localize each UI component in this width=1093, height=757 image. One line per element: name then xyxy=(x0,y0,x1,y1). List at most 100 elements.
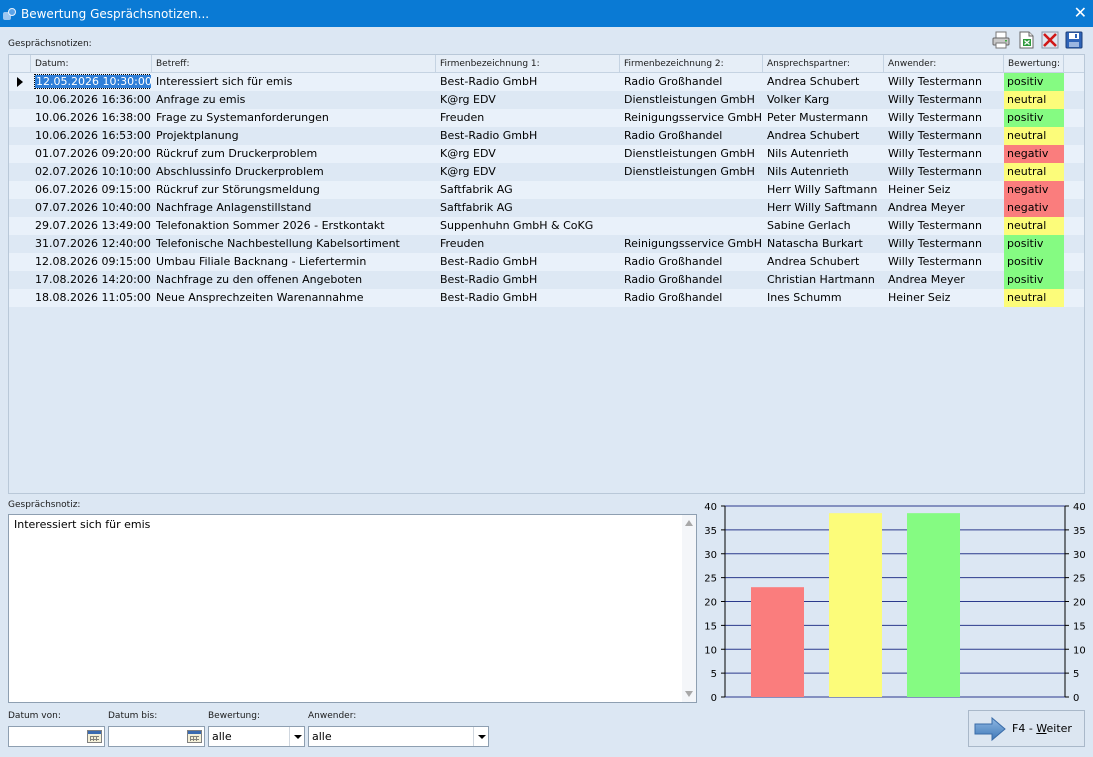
row-header[interactable] xyxy=(9,271,31,289)
cell-datum[interactable]: 10.06.2026 16:38:00 xyxy=(31,109,152,127)
row-header[interactable] xyxy=(9,199,31,217)
cell-firma1[interactable]: Best-Radio GmbH xyxy=(436,127,620,145)
column-header-betreff[interactable]: Betreff: xyxy=(152,55,436,72)
cell-firma2[interactable] xyxy=(620,199,763,217)
cell-firma1[interactable]: K@rg EDV xyxy=(436,163,620,181)
cell-firma1[interactable]: Suppenhuhn GmbH & CoKG xyxy=(436,217,620,235)
column-header-datum[interactable]: Datum: xyxy=(31,55,152,72)
cell-ansprech[interactable]: Christian Hartmann xyxy=(763,271,884,289)
table-row[interactable]: 31.07.2026 12:40:00 Telefonische Nachbest… xyxy=(9,235,1084,253)
cell-firma2[interactable]: Dienstleistungen GmbH xyxy=(620,163,763,181)
cell-datum[interactable]: 18.08.2026 11:05:00 xyxy=(31,289,152,307)
note-textarea[interactable]: Interessiert sich für emis xyxy=(8,514,697,703)
cell-firma1[interactable]: Freuden xyxy=(436,235,620,253)
save-icon[interactable] xyxy=(1064,30,1084,50)
column-header-ansprechpartner[interactable]: Ansprechspartner: xyxy=(763,55,884,72)
table-row[interactable]: 12.08.2026 09:15:00 Umbau Filiale Backnan… xyxy=(9,253,1084,271)
cell-anwender[interactable]: Willy Testermann xyxy=(884,235,1004,253)
table-row[interactable]: 18.08.2026 11:05:00 Neue Ansprechzeiten W… xyxy=(9,289,1084,307)
cell-ansprech[interactable]: Natascha Burkart xyxy=(763,235,884,253)
cell-bewertung[interactable]: positiv xyxy=(1004,109,1064,127)
cell-anwender[interactable]: Andrea Meyer xyxy=(884,271,1004,289)
cell-ansprech[interactable]: Ines Schumm xyxy=(763,289,884,307)
cell-bewertung[interactable]: negativ xyxy=(1004,181,1064,199)
cell-datum[interactable]: 17.08.2026 14:20:00 xyxy=(31,271,152,289)
row-header[interactable] xyxy=(9,289,31,307)
close-icon[interactable]: ✕ xyxy=(1074,4,1087,22)
chevron-down-icon[interactable] xyxy=(473,727,488,746)
cell-firma2[interactable]: Dienstleistungen GmbH xyxy=(620,91,763,109)
export-excel-icon[interactable] xyxy=(1016,30,1036,50)
cell-ansprech[interactable]: Nils Autenrieth xyxy=(763,145,884,163)
cell-betreff[interactable]: Neue Ansprechzeiten Warenannahme xyxy=(152,289,436,307)
column-header-firma2[interactable]: Firmenbezeichnung 2: xyxy=(620,55,763,72)
calendar-icon[interactable] xyxy=(87,730,102,743)
cell-firma2[interactable] xyxy=(620,217,763,235)
cell-datum[interactable]: 12.08.2026 09:15:00 xyxy=(31,253,152,271)
cell-ansprech[interactable]: Andrea Schubert xyxy=(763,73,884,91)
cell-datum[interactable]: 10.06.2026 16:53:00 xyxy=(31,127,152,145)
table-row[interactable]: 10.06.2026 16:38:00 Frage zu Systemanford… xyxy=(9,109,1084,127)
row-header[interactable] xyxy=(9,91,31,109)
cell-firma2[interactable]: Reinigungsservice GmbH xyxy=(620,109,763,127)
cell-anwender[interactable]: Heiner Seiz xyxy=(884,181,1004,199)
column-header-anwender[interactable]: Anwender: xyxy=(884,55,1004,72)
column-header-firma1[interactable]: Firmenbezeichnung 1: xyxy=(436,55,620,72)
anwender-select[interactable]: alle xyxy=(308,726,489,747)
cell-ansprech[interactable]: Nils Autenrieth xyxy=(763,163,884,181)
cell-datum[interactable]: 29.07.2026 13:49:00 xyxy=(31,217,152,235)
row-header[interactable] xyxy=(9,235,31,253)
cell-datum[interactable]: 07.07.2026 10:40:00 xyxy=(31,199,152,217)
cell-bewertung[interactable]: positiv xyxy=(1004,253,1064,271)
row-header[interactable] xyxy=(9,109,31,127)
cell-datum[interactable]: 10.06.2026 16:36:00 xyxy=(31,91,152,109)
cell-betreff[interactable]: Telefonische Nachbestellung Kabelsortime… xyxy=(152,235,436,253)
row-header[interactable] xyxy=(9,127,31,145)
cell-datum[interactable]: 01.07.2026 09:20:00 xyxy=(31,145,152,163)
table-row[interactable]: 02.07.2026 10:10:00 Abschlussinfo Drucker… xyxy=(9,163,1084,181)
cell-bewertung[interactable]: negativ xyxy=(1004,145,1064,163)
table-row[interactable]: 07.07.2026 10:40:00 Nachfrage Anlagenstil… xyxy=(9,199,1084,217)
cell-bewertung[interactable]: neutral xyxy=(1004,127,1064,145)
row-header[interactable] xyxy=(9,145,31,163)
cell-bewertung[interactable]: neutral xyxy=(1004,217,1064,235)
delete-icon[interactable] xyxy=(1040,30,1060,50)
cell-firma1[interactable]: K@rg EDV xyxy=(436,91,620,109)
cell-anwender[interactable]: Willy Testermann xyxy=(884,91,1004,109)
cell-datum[interactable]: 06.07.2026 09:15:00 xyxy=(31,181,152,199)
cell-ansprech[interactable]: Andrea Schubert xyxy=(763,127,884,145)
row-header[interactable] xyxy=(9,73,31,91)
cell-firma1[interactable]: Best-Radio GmbH xyxy=(436,289,620,307)
cell-firma1[interactable]: Best-Radio GmbH xyxy=(436,253,620,271)
printer-icon[interactable] xyxy=(991,30,1011,50)
datum-bis-field[interactable] xyxy=(108,726,205,747)
cell-bewertung[interactable]: neutral xyxy=(1004,289,1064,307)
calendar-icon[interactable] xyxy=(187,730,202,743)
cell-betreff[interactable]: Rückruf zum Druckerproblem xyxy=(152,145,436,163)
cell-anwender[interactable]: Willy Testermann xyxy=(884,109,1004,127)
cell-bewertung[interactable]: positiv xyxy=(1004,73,1064,91)
table-row[interactable]: 10.06.2026 16:53:00 Projektplanung Best-Ra… xyxy=(9,127,1084,145)
cell-firma2[interactable]: Radio Großhandel xyxy=(620,73,763,91)
cell-firma2[interactable]: Radio Großhandel xyxy=(620,289,763,307)
cell-anwender[interactable]: Willy Testermann xyxy=(884,217,1004,235)
chevron-down-icon[interactable] xyxy=(289,727,304,746)
cell-betreff[interactable]: Rückruf zur Störungsmeldung xyxy=(152,181,436,199)
cell-ansprech[interactable]: Andrea Schubert xyxy=(763,253,884,271)
scroll-up-icon[interactable] xyxy=(685,520,693,526)
table-row[interactable]: 10.06.2026 16:36:00 Anfrage zu emis K@rg E… xyxy=(9,91,1084,109)
cell-betreff[interactable]: Nachfrage zu den offenen Angeboten xyxy=(152,271,436,289)
cell-firma1[interactable]: Best-Radio GmbH xyxy=(436,73,620,91)
datum-von-field[interactable] xyxy=(8,726,105,747)
note-scrollbar[interactable] xyxy=(682,515,696,702)
cell-firma1[interactable]: Saftfabrik AG xyxy=(436,199,620,217)
cell-ansprech[interactable]: Peter Mustermann xyxy=(763,109,884,127)
cell-bewertung[interactable]: neutral xyxy=(1004,91,1064,109)
cell-bewertung[interactable]: positiv xyxy=(1004,235,1064,253)
cell-betreff[interactable]: Umbau Filiale Backnang - Liefertermin xyxy=(152,253,436,271)
row-header[interactable] xyxy=(9,163,31,181)
cell-anwender[interactable]: Willy Testermann xyxy=(884,253,1004,271)
cell-bewertung[interactable]: negativ xyxy=(1004,199,1064,217)
weiter-button[interactable]: F4 - Weiter xyxy=(968,710,1085,747)
cell-firma1[interactable]: Freuden xyxy=(436,109,620,127)
